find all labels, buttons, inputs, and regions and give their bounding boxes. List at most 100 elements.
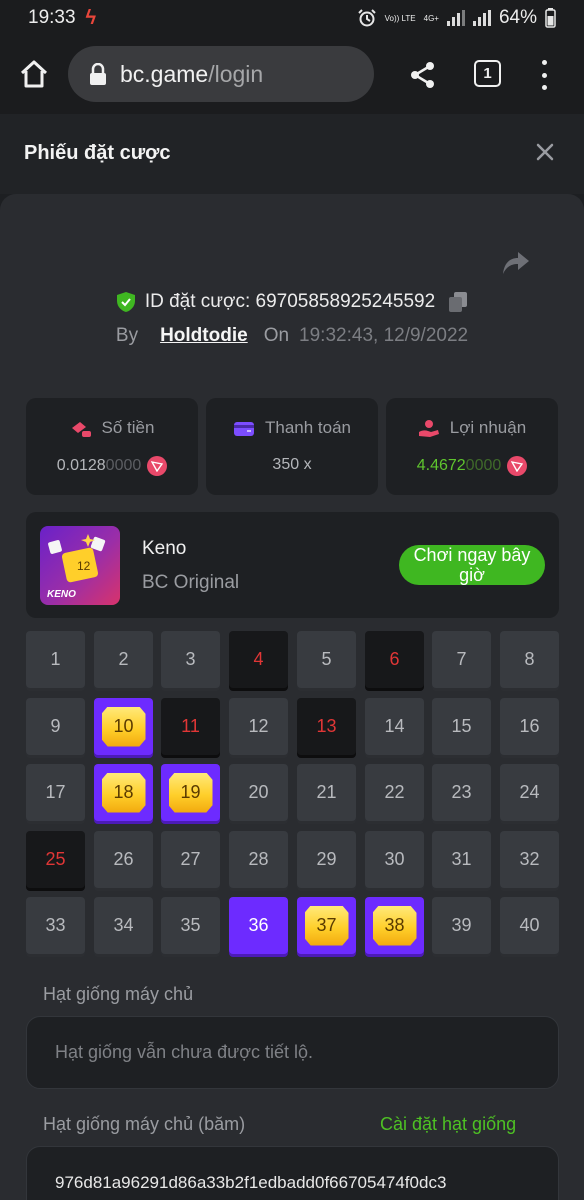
- keno-cell[interactable]: 9: [26, 698, 85, 755]
- keno-cell[interactable]: 2: [94, 631, 153, 688]
- keno-cell[interactable]: 32: [500, 831, 559, 888]
- signal-icon: [446, 10, 465, 26]
- keno-cell[interactable]: 28: [229, 831, 288, 888]
- volte-indicator: Vo)) LTE: [384, 13, 416, 23]
- keno-cell-hit[interactable]: 18: [94, 764, 153, 821]
- url-host: bc.game: [120, 60, 209, 87]
- keno-cell[interactable]: 21: [297, 764, 356, 821]
- browser-toolbar: bc.game/login 1: [0, 36, 584, 114]
- keno-cell[interactable]: 17: [26, 764, 85, 821]
- flash-notification-icon: ϟ: [85, 6, 97, 29]
- keno-gem-number: 19: [168, 772, 213, 813]
- by-label: By: [115, 325, 139, 346]
- keno-gem-number: 38: [372, 905, 417, 946]
- keno-cell[interactable]: 39: [432, 897, 491, 954]
- keno-cell-hit[interactable]: 19: [161, 764, 220, 821]
- keno-cell[interactable]: 7: [432, 631, 491, 688]
- share-icon[interactable]: [408, 60, 438, 90]
- server-hash-value: 976d81a96291d86a33b2f1edbadd0f66705474f0…: [55, 1173, 447, 1192]
- tron-coin-icon: [147, 456, 168, 476]
- stat-card-amount: Số tiền 0.0128 0000: [26, 398, 198, 495]
- keno-cell[interactable]: 30: [365, 831, 424, 888]
- stat-label-profit: Lợi nhuận: [449, 418, 527, 437]
- keno-cell[interactable]: 31: [432, 831, 491, 888]
- stat-label-payout: Thanh toán: [264, 418, 351, 437]
- tron-coin-icon: [507, 456, 528, 476]
- alarm-icon: [357, 9, 376, 27]
- keno-cell[interactable]: 20: [229, 764, 288, 821]
- keno-cell[interactable]: 3: [161, 631, 220, 688]
- bet-id-label: ID đặt cược:: [144, 291, 251, 312]
- keno-cell[interactable]: 8: [500, 631, 559, 688]
- address-bar[interactable]: bc.game/login: [68, 46, 374, 102]
- status-time: 19:33: [28, 7, 76, 28]
- status-bar: 19:33 ϟ Vo)) LTE 4G+ 64%: [0, 0, 584, 36]
- play-now-button[interactable]: Chơi ngay bây giờ: [399, 545, 545, 585]
- username-link[interactable]: Holdtodie: [160, 325, 248, 347]
- keno-thumb-logo: KENO: [47, 589, 76, 600]
- bet-id-row: ID đặt cược: 69705858925245592: [0, 290, 584, 314]
- keno-cell[interactable]: 5: [297, 631, 356, 688]
- stat-card-profit: Lợi nhuận 4.4672 0000: [386, 398, 558, 495]
- url-path: /login: [208, 60, 264, 87]
- verified-shield-icon: [116, 292, 135, 312]
- keno-cell-hit[interactable]: 38: [365, 897, 424, 954]
- keno-cell[interactable]: 29: [297, 831, 356, 888]
- keno-gem-number: 37: [304, 905, 349, 946]
- stat-value-amount: 0.0128: [56, 457, 106, 474]
- keno-cell[interactable]: 24: [500, 764, 559, 821]
- stat-value-profit-trailing: 0000: [465, 457, 502, 474]
- server-seed-field[interactable]: Hạt giống vẫn chưa được tiết lộ.: [26, 1016, 559, 1089]
- keno-gem-number: 10: [101, 706, 146, 747]
- keno-cell[interactable]: 15: [432, 698, 491, 755]
- keno-gem-number: 18: [101, 772, 146, 813]
- keno-cell-drawn[interactable]: 11: [161, 698, 220, 755]
- keno-cell[interactable]: 23: [432, 764, 491, 821]
- signal-2-icon: [472, 10, 491, 26]
- keno-cell-drawn[interactable]: 25: [26, 831, 85, 888]
- bet-author-row: By Holdtodie On 19:32:43, 12/9/2022: [0, 324, 584, 348]
- game-card: 12 KENO Keno BC Original Chơi ngay bây g…: [26, 512, 559, 618]
- keno-game-thumbnail[interactable]: 12 KENO: [40, 526, 120, 605]
- coins-icon: [71, 422, 91, 437]
- keno-cell[interactable]: 27: [161, 831, 220, 888]
- keno-cell-drawn[interactable]: 13: [297, 698, 356, 755]
- keno-cell[interactable]: 16: [500, 698, 559, 755]
- keno-cell-drawn[interactable]: 6: [365, 631, 424, 688]
- bet-id-value: 69705858925245592: [255, 291, 436, 312]
- keno-cell[interactable]: 40: [500, 897, 559, 954]
- stat-value-amount-trailing: 0000: [105, 457, 142, 474]
- wallet-icon: [233, 422, 254, 436]
- share-arrow-icon[interactable]: [502, 250, 530, 276]
- set-seed-link[interactable]: Cài đặt hạt giống: [380, 1114, 516, 1135]
- home-icon[interactable]: [18, 58, 50, 90]
- overflow-menu-icon[interactable]: [538, 60, 550, 90]
- tab-switcher-button[interactable]: 1: [474, 60, 501, 87]
- game-name: Keno: [142, 538, 187, 559]
- keno-cell-drawn[interactable]: 4: [229, 631, 288, 688]
- battery-icon: [545, 8, 556, 28]
- stat-label-amount: Số tiền: [101, 418, 155, 437]
- server-seed-placeholder: Hạt giống vẫn chưa được tiết lộ.: [55, 1042, 314, 1062]
- battery-level: 64%: [498, 7, 537, 28]
- keno-cell[interactable]: 33: [26, 897, 85, 954]
- keno-cell[interactable]: 1: [26, 631, 85, 688]
- keno-cell[interactable]: 14: [365, 698, 424, 755]
- keno-cell[interactable]: 12: [229, 698, 288, 755]
- keno-cell[interactable]: 22: [365, 764, 424, 821]
- keno-cell[interactable]: 34: [94, 897, 153, 954]
- keno-cell[interactable]: 35: [161, 897, 220, 954]
- server-hash-field[interactable]: 976d81a96291d86a33b2f1edbadd0f66705474f0…: [26, 1146, 559, 1200]
- close-icon[interactable]: [535, 142, 555, 162]
- modal-title: Phiếu đặt cược: [24, 142, 171, 164]
- keno-cell-picked[interactable]: 36: [229, 897, 288, 954]
- server-hash-label: Hạt giống máy chủ (băm): [43, 1114, 246, 1134]
- on-label: On: [263, 325, 290, 346]
- keno-cell-hit[interactable]: 37: [297, 897, 356, 954]
- stat-value-payout: 350 x: [272, 456, 312, 473]
- keno-cell-hit[interactable]: 10: [94, 698, 153, 755]
- game-provider: BC Original: [142, 572, 240, 593]
- keno-cell[interactable]: 26: [94, 831, 153, 888]
- bet-timestamp: 19:32:43, 12/9/2022: [299, 325, 469, 346]
- copy-icon[interactable]: [449, 292, 468, 312]
